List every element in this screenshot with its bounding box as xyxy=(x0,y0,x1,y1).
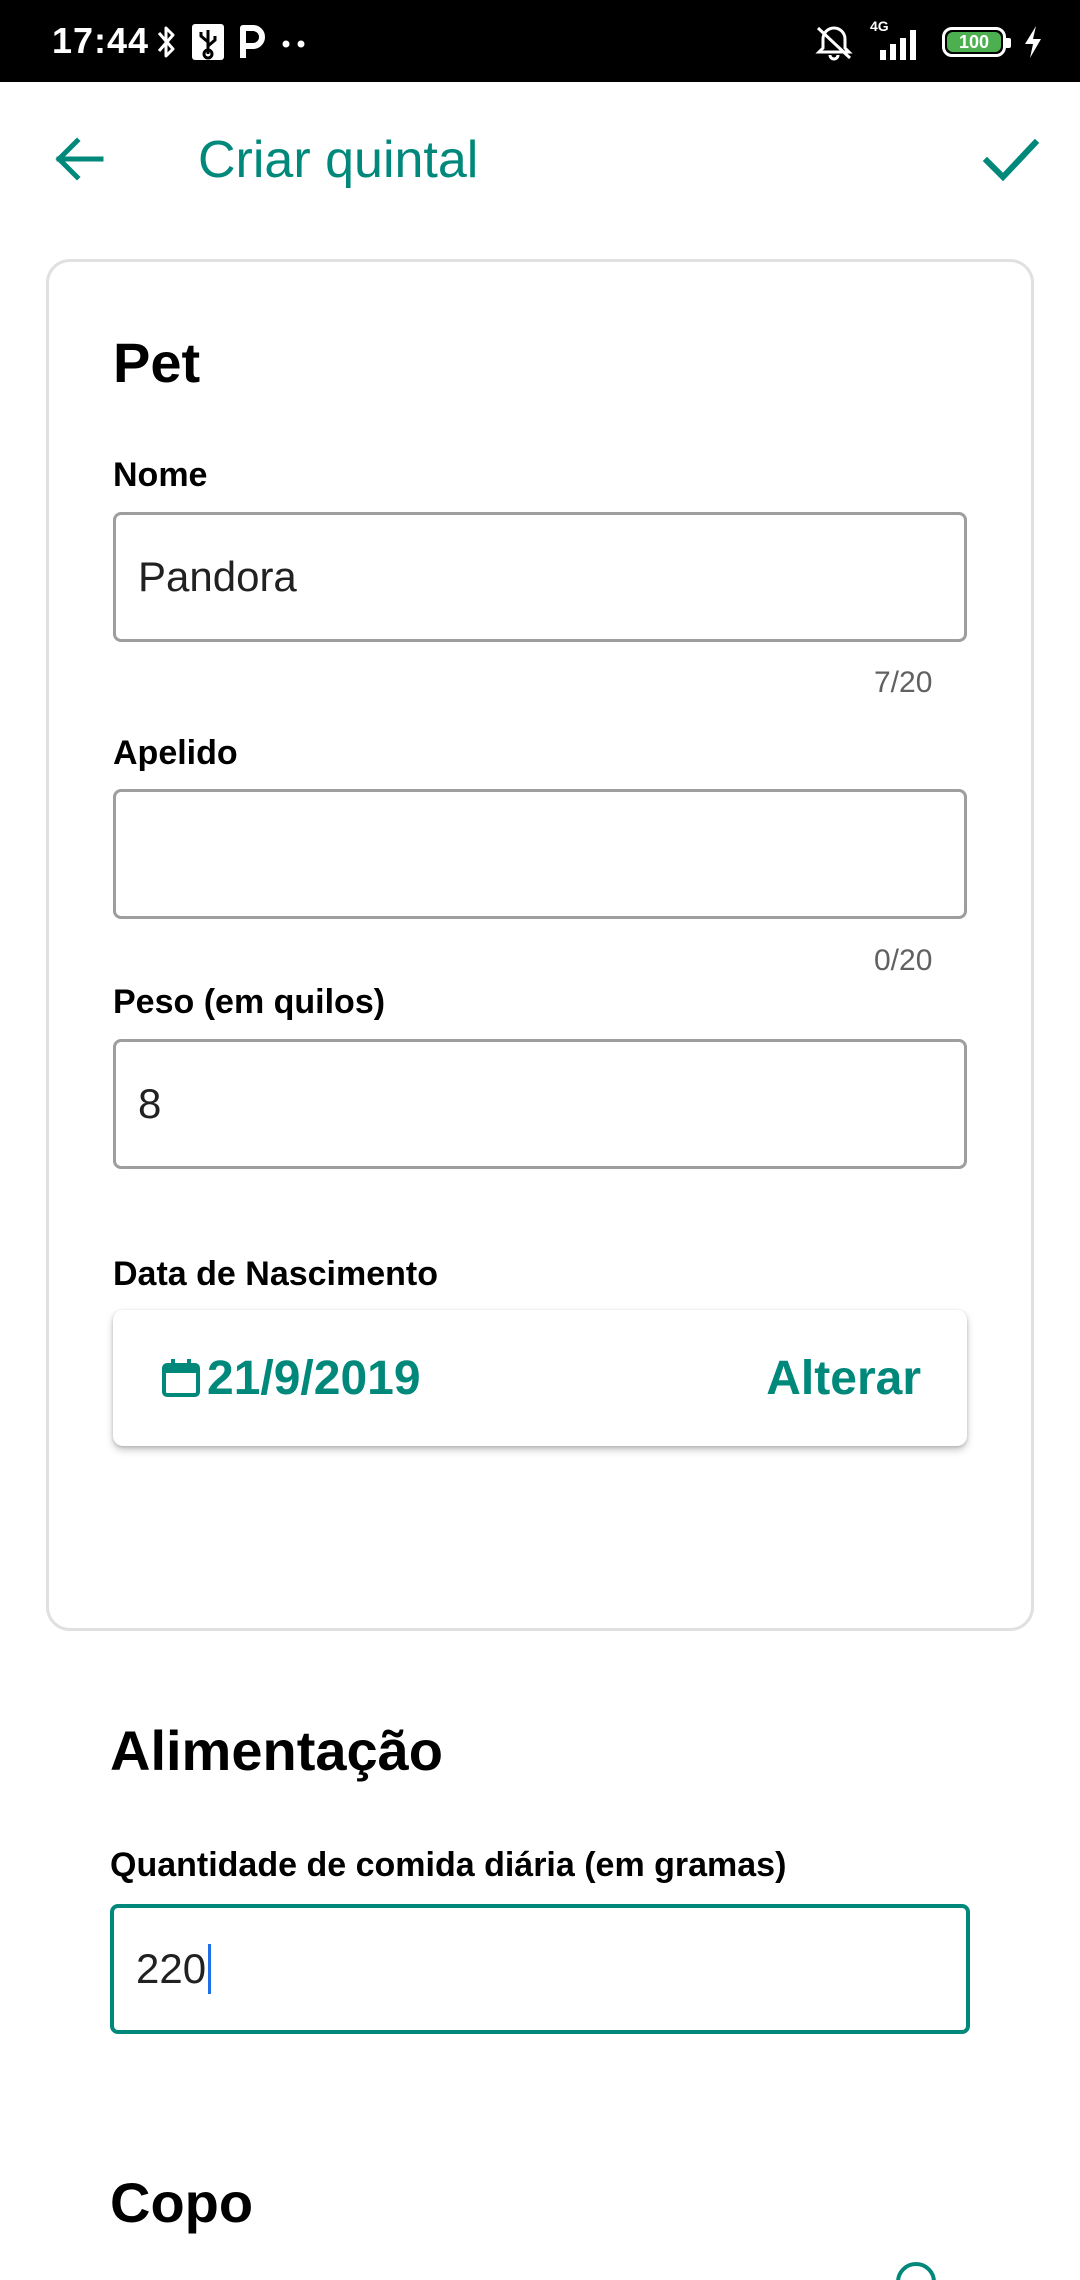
weight-label: Peso (em quilos) xyxy=(113,983,386,1021)
status-time: 17:44 xyxy=(52,20,150,61)
battery-fill: 100 xyxy=(947,32,1001,52)
confirm-button[interactable] xyxy=(972,120,1050,198)
app-bar: Criar quintal xyxy=(0,82,1080,236)
battery-level: 100 xyxy=(958,31,990,52)
back-button[interactable] xyxy=(40,120,118,198)
weight-field[interactable]: 8 xyxy=(113,1039,967,1169)
text-caret xyxy=(208,1944,212,1994)
charging-icon xyxy=(1025,26,1041,58)
status-bar: 17:44 4G 100 xyxy=(0,0,1080,82)
birthdate-label: Data de Nascimento xyxy=(113,1255,438,1293)
status-left-icons xyxy=(155,20,309,64)
cup-section-title: Copo xyxy=(110,2171,254,2234)
name-label: Nome xyxy=(113,456,208,494)
name-field[interactable]: Pandora xyxy=(113,512,967,642)
more-dots-icon xyxy=(282,40,305,48)
pet-section-title: Pet xyxy=(113,331,201,394)
name-counter: 7/20 xyxy=(874,666,933,699)
parking-icon xyxy=(240,25,265,58)
nickname-field[interactable] xyxy=(113,789,967,919)
check-icon xyxy=(982,138,1040,182)
bluetooth-icon xyxy=(157,26,175,58)
birthdate-value: 21/9/2019 xyxy=(207,1351,421,1405)
feeding-section-title: Alimentação xyxy=(110,1719,443,1782)
partial-control[interactable] xyxy=(896,2262,936,2280)
change-date-button[interactable]: Alterar xyxy=(766,1351,921,1406)
daily-food-field[interactable]: 220 xyxy=(110,1904,970,2034)
alarm-off-icon xyxy=(815,26,853,61)
daily-food-value: 220 xyxy=(136,1945,207,1992)
battery-icon: 100 xyxy=(942,27,1011,57)
page-title: Criar quintal xyxy=(198,131,479,189)
calendar-icon xyxy=(162,1359,200,1397)
nickname-counter: 0/20 xyxy=(874,944,933,977)
usb-icon xyxy=(192,24,224,60)
status-right-icons: 4G 100 xyxy=(814,18,1044,62)
birthdate-picker: 21/9/2019 Alterar xyxy=(113,1310,967,1446)
weight-value: 8 xyxy=(138,1080,162,1127)
daily-food-label: Quantidade de comida diária (em gramas) xyxy=(110,1846,787,1884)
signal-icon: 4G xyxy=(870,18,926,62)
arrow-back-icon xyxy=(55,137,104,181)
nickname-label: Apelido xyxy=(113,734,238,772)
name-value: Pandora xyxy=(138,553,297,600)
